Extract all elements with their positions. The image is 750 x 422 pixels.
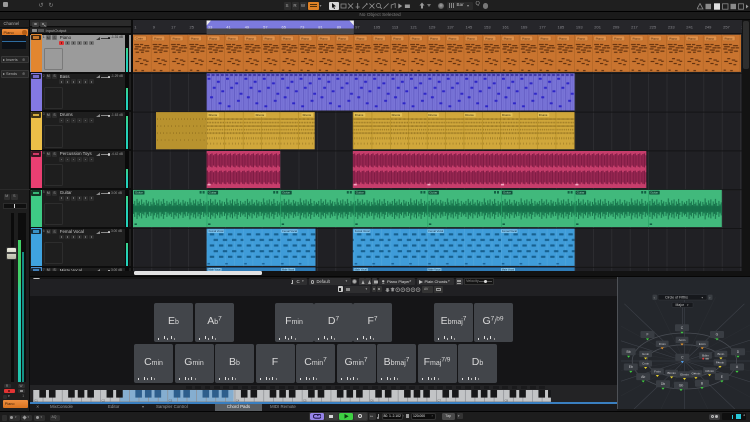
svg-text:193: 193 (576, 24, 583, 29)
svg-text:Drums: Drums (209, 113, 218, 117)
svg-text:Db: Db (661, 382, 665, 386)
svg-text:Eb: Eb (629, 365, 633, 369)
svg-text:Drums: Drums (465, 113, 474, 117)
svg-text:G: G (716, 333, 719, 337)
svg-text:Guitar: Guitar (209, 190, 217, 194)
svg-text:Guitar: Guitar (650, 190, 658, 194)
svg-text:Cmin: Cmin (136, 36, 143, 40)
svg-text:153: 153 (484, 24, 491, 29)
svg-text:Bb: Bb (627, 350, 631, 354)
svg-text:Major: Major (676, 303, 685, 307)
svg-text:Dmin: Dmin (659, 342, 666, 346)
svg-text:233: 233 (668, 24, 675, 29)
svg-text:Gb: Gb (679, 383, 684, 387)
svg-text:Drums: Drums (392, 113, 401, 117)
svg-text:Guitar: Guitar (429, 190, 437, 194)
svg-text:177: 177 (539, 24, 546, 29)
svg-text:F#min: F#min (716, 361, 725, 365)
svg-text:185: 185 (558, 24, 565, 29)
svg-text:Drums: Drums (539, 113, 548, 117)
svg-text:Femal Vocal: Femal Vocal (282, 229, 297, 233)
svg-text:217: 217 (631, 24, 638, 29)
svg-text:57: 57 (263, 24, 268, 29)
svg-text:145: 145 (466, 24, 473, 29)
svg-text:225: 225 (650, 24, 657, 29)
svg-text:81: 81 (318, 24, 323, 29)
svg-text:Drums: Drums (256, 113, 265, 117)
svg-text:Ab: Ab (641, 375, 645, 379)
svg-text:25: 25 (190, 24, 195, 29)
svg-text:Guitar: Guitar (503, 190, 511, 194)
svg-text:Bbmin: Bbmin (667, 371, 676, 375)
svg-text:129: 129 (429, 24, 436, 29)
svg-text:17: 17 (171, 24, 176, 29)
svg-text:Circle of Fifths: Circle of Fifths (665, 296, 688, 300)
svg-text:97: 97 (355, 24, 360, 29)
svg-text:49: 49 (245, 24, 250, 29)
svg-text:105: 105 (374, 24, 381, 29)
svg-text:209: 209 (613, 24, 620, 29)
svg-text:137: 137 (447, 24, 454, 29)
svg-text:Drums: Drums (303, 113, 312, 117)
svg-text:Guitar: Guitar (282, 190, 290, 194)
svg-text:C#min: C#min (705, 369, 714, 373)
svg-text:Ebmin: Ebmin (680, 373, 689, 377)
svg-text:G#min: G#min (691, 372, 700, 376)
svg-text:Femal Vocal: Femal Vocal (502, 229, 517, 233)
svg-text:Femal Vocal: Femal Vocal (428, 229, 443, 233)
svg-text:Bmin: Bmin (717, 352, 724, 356)
svg-text:Gmin: Gmin (642, 352, 649, 356)
svg-text:65: 65 (282, 24, 287, 29)
svg-text:Drums: Drums (355, 113, 364, 117)
svg-text:257: 257 (723, 24, 730, 29)
svg-text:F: F (646, 333, 648, 337)
svg-text:Bdim: Bdim (702, 354, 709, 358)
svg-text:Femal Vocal: Femal Vocal (209, 229, 224, 233)
svg-text:Guitar: Guitar (356, 190, 364, 194)
svg-text:Emin: Emin (699, 342, 706, 346)
svg-text:241: 241 (686, 24, 693, 29)
svg-text:Guitar: Guitar (577, 190, 585, 194)
svg-text:249: 249 (705, 24, 712, 29)
svg-text:Drums: Drums (428, 113, 437, 117)
svg-text:169: 169 (521, 24, 528, 29)
svg-text:161: 161 (502, 24, 509, 29)
svg-text:Cmin: Cmin (642, 362, 649, 366)
svg-text:73: 73 (300, 24, 305, 29)
svg-text:201: 201 (594, 24, 601, 29)
svg-text:Fmin: Fmin (654, 370, 661, 374)
svg-text:89: 89 (337, 24, 342, 29)
svg-text:33: 33 (208, 24, 213, 29)
svg-text:Femal Vocal: Femal Vocal (355, 229, 370, 233)
svg-text:41: 41 (226, 24, 231, 29)
svg-text:113: 113 (392, 24, 399, 29)
svg-text:121: 121 (410, 24, 417, 29)
svg-text:Amin: Amin (679, 338, 686, 342)
svg-text:Drums: Drums (502, 113, 511, 117)
svg-text:Guitar: Guitar (135, 190, 143, 194)
